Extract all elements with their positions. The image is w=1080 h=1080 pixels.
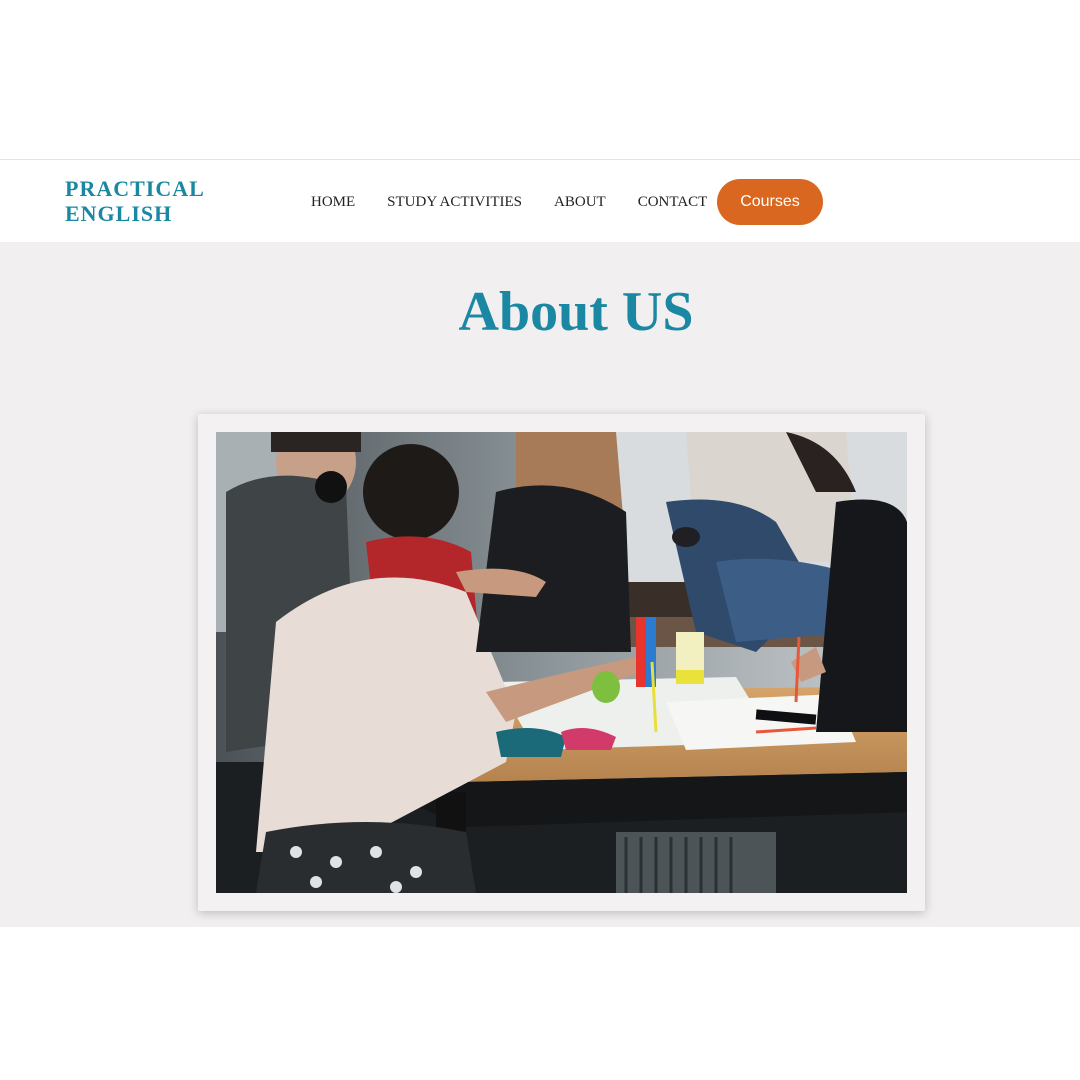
logo-line-1: PRACTICAL [65, 176, 205, 201]
nav-study-activities[interactable]: STUDY ACTIVITIES [387, 194, 522, 211]
navbar: PRACTICAL ENGLISH HOME STUDY ACTIVITIES … [0, 159, 1080, 242]
top-whitespace [0, 0, 1080, 159]
students-group-photo [216, 432, 907, 893]
bottom-whitespace [0, 927, 1080, 1080]
nav-about[interactable]: ABOUT [554, 194, 606, 211]
photo-card [198, 414, 925, 911]
about-section: About US [0, 242, 1080, 927]
students-group-photo-illustration [216, 432, 907, 893]
page: PRACTICAL ENGLISH HOME STUDY ACTIVITIES … [0, 0, 1080, 1080]
site-logo[interactable]: PRACTICAL ENGLISH [65, 176, 205, 226]
courses-button[interactable]: Courses [717, 179, 823, 225]
main-nav: HOME STUDY ACTIVITIES ABOUT CONTACT [311, 194, 707, 211]
page-title: About US [458, 281, 694, 343]
nav-contact[interactable]: CONTACT [638, 194, 708, 211]
nav-home[interactable]: HOME [311, 194, 355, 211]
logo-line-2: ENGLISH [65, 201, 173, 226]
